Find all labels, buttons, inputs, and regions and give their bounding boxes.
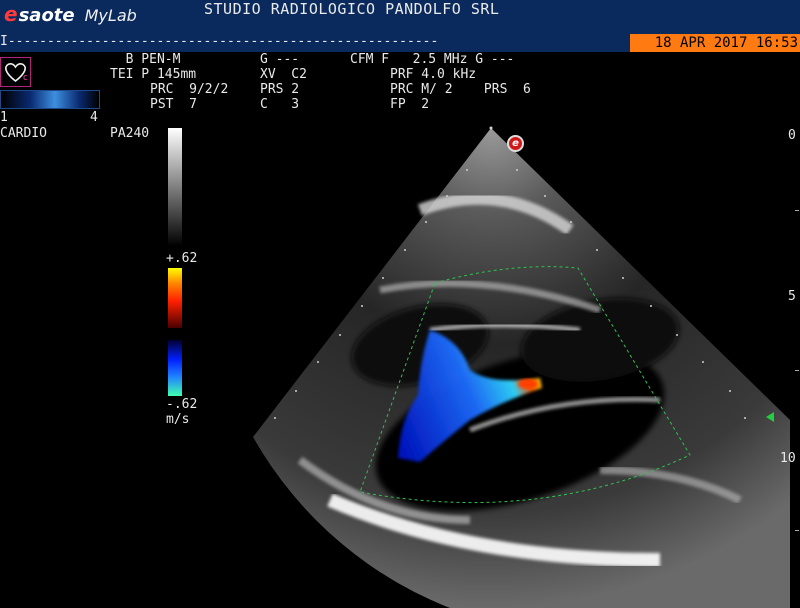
- ultrasound-sector-image: [253, 126, 790, 608]
- depth-tick: [795, 530, 799, 531]
- focus-marker-icon: [766, 412, 774, 422]
- orientation-marker: e: [507, 135, 524, 152]
- depth-label-10: 10: [780, 451, 796, 466]
- depth-tick: [795, 210, 799, 211]
- depth-label-0: 0: [788, 128, 796, 143]
- depth-label-5: 5: [788, 289, 796, 304]
- depth-tick: [795, 370, 799, 371]
